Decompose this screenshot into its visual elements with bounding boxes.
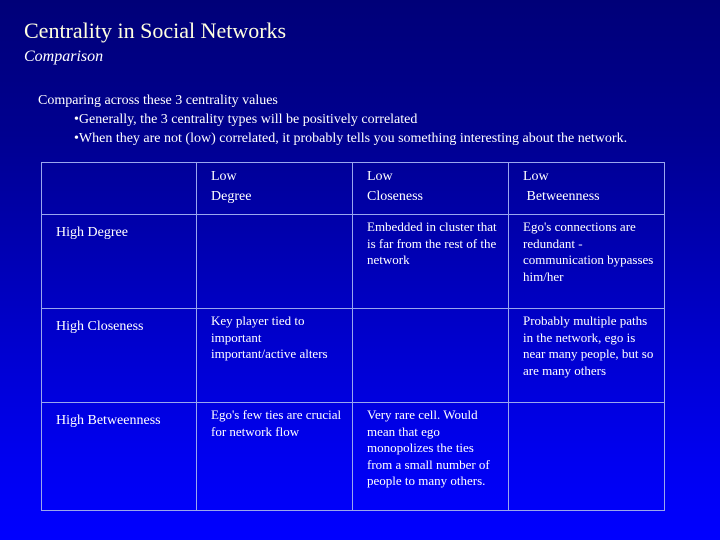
column-header-line: Low <box>211 169 237 184</box>
row-header-high-betweenness: High Betweenness <box>41 402 197 511</box>
column-header-low-betweenness: Low Betweenness <box>508 162 665 215</box>
column-header-low-degree: Low Degree <box>196 162 353 215</box>
table-row-high-degree: High Degree Embedded in cluster that is … <box>41 214 665 309</box>
table-cell: Very rare cell. Would mean that ego mono… <box>352 402 509 511</box>
table-cell <box>352 308 509 403</box>
table-cell: Probably multiple paths in the network, … <box>508 308 665 403</box>
row-header-high-closeness: High Closeness <box>41 308 197 403</box>
row-header-label: High Degree <box>56 225 128 240</box>
column-header-line: Low <box>367 169 393 184</box>
column-header-line: Betweenness <box>523 189 600 204</box>
column-header-line: Closeness <box>367 189 423 204</box>
column-header-low-closeness: Low Closeness <box>352 162 509 215</box>
corner-cell <box>41 162 197 215</box>
table-cell: Ego's few ties are crucial for network f… <box>196 402 353 511</box>
intro-block: Comparing across these 3 centrality valu… <box>38 91 627 148</box>
table-cell: Embedded in cluster that is far from the… <box>352 214 509 309</box>
cell-text: Ego's few ties are crucial for network f… <box>211 407 342 439</box>
table-header-row: Low Degree Low Closeness Low Betweenness <box>41 162 665 215</box>
cell-text <box>197 215 352 219</box>
cell-text <box>509 403 664 407</box>
table-cell: Key player tied to important important/a… <box>196 308 353 403</box>
intro-text: Comparing across these 3 centrality valu… <box>38 93 278 108</box>
cell-text: Ego's connections are redundant - commun… <box>523 219 654 284</box>
cell-text: Very rare cell. Would mean that ego mono… <box>367 407 490 488</box>
cell-text: Probably multiple paths in the network, … <box>523 313 654 378</box>
table-cell <box>508 402 665 511</box>
row-header-label: High Betweenness <box>56 413 161 428</box>
slide-subtitle: Comparison <box>24 48 104 65</box>
bullet-item: •Generally, the 3 centrality types will … <box>74 112 418 127</box>
table-row-high-closeness: High Closeness Key player tied to import… <box>41 308 665 403</box>
bullet-item: •When they are not (low) correlated, it … <box>74 131 628 146</box>
table-cell <box>196 214 353 309</box>
table-row-high-betweenness: High Betweenness Ego's few ties are cruc… <box>41 402 665 511</box>
slide-title: Centrality in Social Networks <box>24 18 287 43</box>
cell-text: Key player tied to important important/a… <box>211 313 328 361</box>
row-header-high-degree: High Degree <box>41 214 197 309</box>
column-header-line: Degree <box>211 189 252 204</box>
cell-text <box>353 309 508 313</box>
table-cell: Ego's connections are redundant - commun… <box>508 214 665 309</box>
cell-text: Embedded in cluster that is far from the… <box>367 219 497 267</box>
column-header-line: Low <box>523 169 549 184</box>
row-header-label: High Closeness <box>56 319 144 334</box>
centrality-comparison-table: Low Degree Low Closeness Low Betweenness… <box>41 162 665 511</box>
